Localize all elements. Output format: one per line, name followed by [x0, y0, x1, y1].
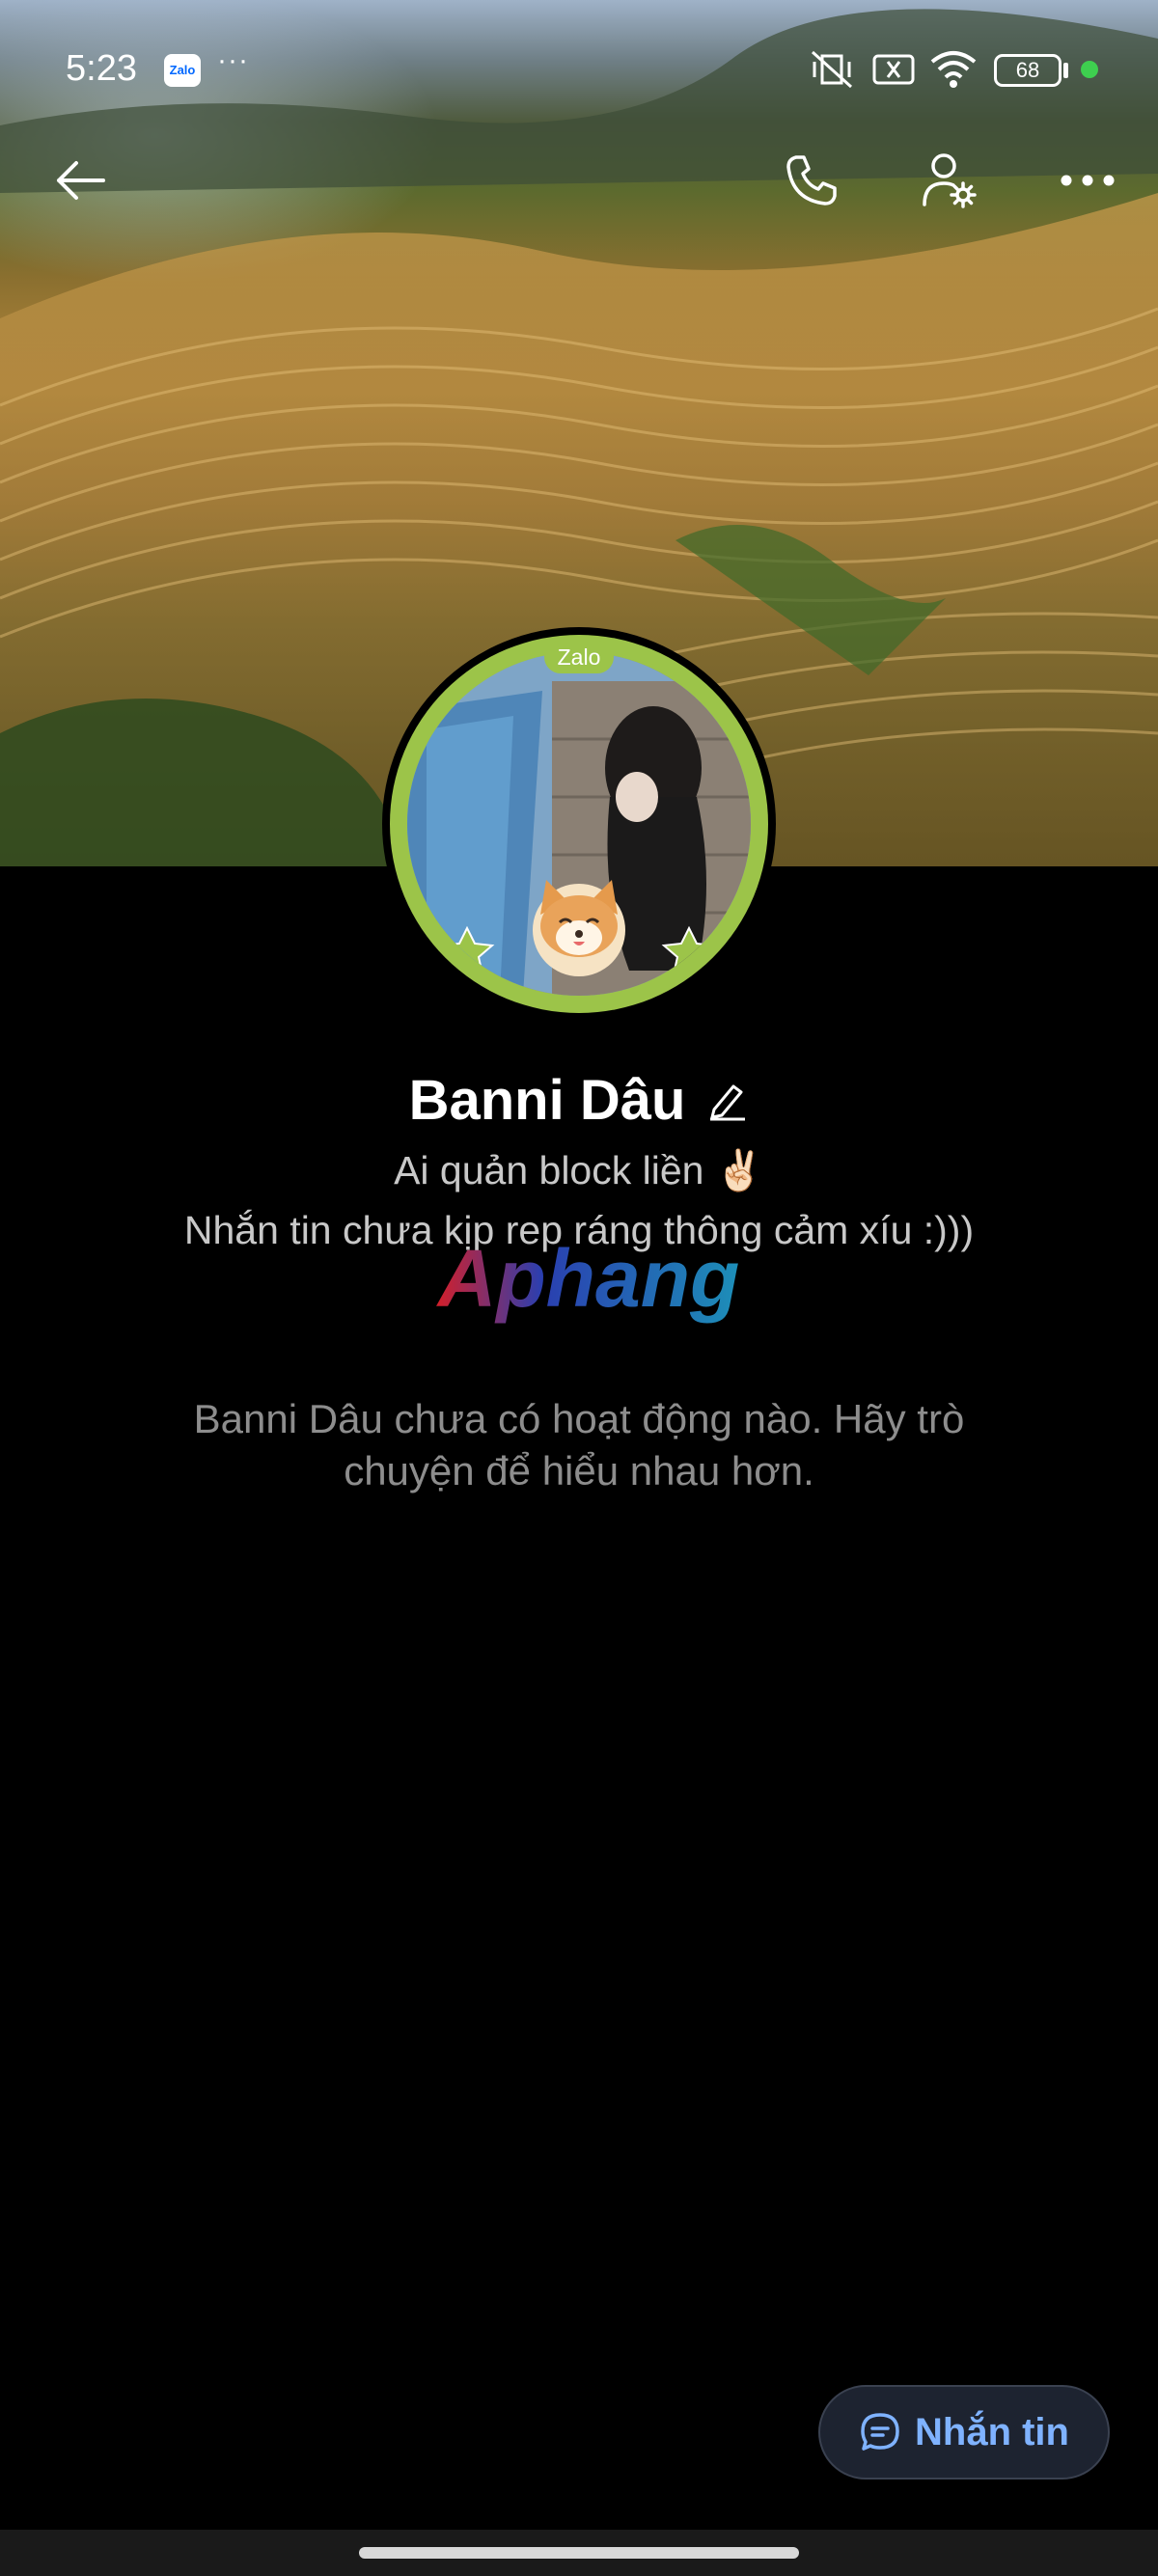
- vibrate-off-icon: [811, 50, 853, 89]
- wifi-icon: [930, 51, 977, 88]
- battery-indicator: 68: [994, 54, 1062, 87]
- avatar-frame: Zalo: [390, 635, 768, 1013]
- privacy-indicator-dot: [1081, 61, 1098, 78]
- bio-line-1: Ai quản block liền ✌🏻: [394, 1148, 764, 1192]
- zalo-notification-icon: Zalo: [164, 54, 201, 87]
- send-message-button[interactable]: Nhắn tin: [818, 2385, 1110, 2480]
- edit-pencil-icon[interactable]: [706, 1079, 749, 1121]
- battery-cap: [1063, 63, 1068, 78]
- send-message-label: Nhắn tin: [915, 2410, 1069, 2453]
- chat-bubble-icon: [861, 2413, 899, 2451]
- user-settings-icon: [923, 153, 977, 208]
- back-button[interactable]: [46, 147, 114, 214]
- profile-name-row: Banni Dâu: [0, 1066, 1158, 1134]
- status-bar: 5:23 Zalo ··· 68: [0, 0, 1158, 140]
- profile-settings-button[interactable]: [915, 147, 982, 214]
- avatar-illustration: [407, 652, 751, 996]
- profile-name: Banni Dâu: [408, 1068, 686, 1132]
- call-button[interactable]: [778, 147, 845, 214]
- watermark-logo: Aphang: [436, 1237, 740, 1324]
- avatar-photo: [407, 652, 751, 996]
- avatar[interactable]: Zalo: [382, 627, 776, 1021]
- phone-icon: [786, 155, 837, 206]
- home-indicator[interactable]: [359, 2547, 799, 2559]
- back-arrow-icon: [57, 161, 105, 200]
- empty-activity-message: Banni Dâu chưa có hoạt động nào. Hãy trò…: [193, 1396, 965, 1494]
- watermark-text: Aphang: [436, 1237, 740, 1324]
- more-notifications-icon: ···: [217, 44, 249, 76]
- zalo-frame-badge: Zalo: [544, 641, 614, 673]
- no-sim-icon: [872, 54, 915, 85]
- more-options-button[interactable]: [1054, 147, 1121, 214]
- status-time: 5:23: [66, 48, 137, 89]
- more-dots-icon: [1061, 175, 1115, 186]
